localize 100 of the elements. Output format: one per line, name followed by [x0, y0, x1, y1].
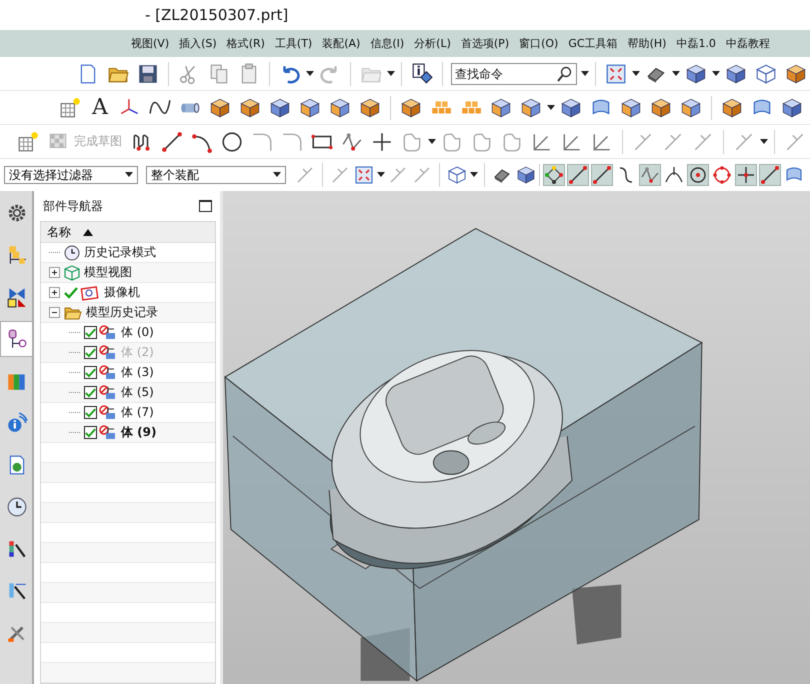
snap-toggle[interactable] [567, 164, 589, 186]
menu-item[interactable]: 中磊1.0 [671, 36, 721, 51]
menu-item[interactable]: 首选项(P) [456, 36, 514, 51]
caret-icon[interactable] [306, 70, 314, 76]
check-icon [85, 406, 96, 418]
menu-item[interactable]: 插入(S) [174, 36, 222, 51]
collapse-toggle[interactable] [49, 307, 60, 318]
snap-toggle[interactable] [543, 164, 565, 186]
caret-icon[interactable] [547, 104, 555, 110]
checkbox[interactable] [84, 346, 97, 359]
fit-view-icon [605, 62, 627, 84]
tree-item-label[interactable]: 历史记录模式 [84, 244, 156, 261]
menu-item[interactable]: 窗口(O) [514, 36, 564, 51]
finish-sketch-label: 完成草图 [74, 133, 122, 150]
caret-icon[interactable] [387, 70, 395, 76]
polyline-icon [341, 130, 363, 152]
cube-icon [490, 96, 512, 118]
cube-icon [650, 96, 672, 118]
cube-icon [299, 96, 321, 118]
expand-toggle[interactable] [49, 287, 60, 298]
checkbox[interactable] [84, 366, 97, 379]
tree-item-label[interactable]: 体 (3) [121, 364, 154, 381]
checkbox[interactable] [84, 406, 97, 419]
points-icon [544, 164, 564, 186]
resource-tab[interactable] [0, 321, 32, 357]
outline-shape-icon [401, 130, 423, 152]
snap-toggle[interactable] [639, 164, 661, 186]
sort-arrow-icon [83, 228, 93, 236]
menu-item[interactable]: GC工具箱 [563, 36, 623, 51]
cube-icon [400, 96, 422, 118]
cube-icon [620, 96, 642, 118]
snap-toggle[interactable] [711, 164, 733, 186]
sketch-grid-icon [17, 130, 39, 152]
tree-item-label[interactable]: 摄像机 [104, 284, 140, 301]
cube-icon [781, 96, 803, 118]
snap-toggle[interactable] [735, 164, 757, 186]
caret-icon[interactable] [581, 70, 589, 76]
cube-icon [329, 96, 351, 118]
checkbox[interactable] [84, 326, 97, 339]
maximize-button[interactable] [199, 200, 212, 212]
cube-icon [725, 62, 747, 84]
checkbox[interactable] [84, 386, 97, 399]
assembly-scope-dropdown[interactable]: 整个装配 [146, 166, 286, 184]
caret-icon [273, 172, 281, 178]
panel-title: 部件导航器 [43, 198, 103, 214]
clock-icon [64, 244, 80, 260]
fit-view-icon [354, 164, 374, 186]
cube-icon [239, 96, 261, 118]
plus-icon [736, 164, 756, 186]
caret-icon[interactable] [377, 172, 385, 178]
cube-icon [269, 96, 291, 118]
constraint-icon [6, 286, 28, 308]
line-icon [161, 130, 183, 152]
check-icon [85, 326, 96, 338]
checkbox[interactable] [84, 426, 97, 439]
caret-icon[interactable] [760, 138, 768, 144]
plus-icon [371, 130, 393, 152]
check-icon [85, 346, 96, 358]
wireframe-cube-icon [64, 264, 80, 280]
wireframe-cube-icon [755, 62, 777, 84]
caret-icon[interactable] [632, 70, 640, 76]
search-field[interactable]: 查找命令 [451, 62, 577, 84]
fillet-corner-icon [251, 130, 273, 152]
caret-icon[interactable] [428, 138, 436, 144]
caret-icon[interactable] [712, 70, 720, 76]
snap-toggle[interactable] [759, 164, 781, 186]
info-signal-icon [6, 412, 28, 434]
body-feature-icon [99, 324, 117, 340]
menu-item[interactable]: 分析(L) [409, 36, 456, 51]
cube-icon [785, 62, 807, 84]
caret-icon[interactable] [470, 172, 478, 178]
menu-item[interactable]: 视图(V) [126, 36, 174, 51]
body-feature-icon [99, 384, 117, 400]
copy-icon [208, 62, 230, 84]
tree-item-label[interactable]: 体 (9) [121, 424, 156, 441]
menu-item[interactable]: 信息(I) [365, 36, 410, 51]
menu-item[interactable]: 工具(T) [270, 36, 318, 51]
menu-item[interactable]: 装配(A) [317, 36, 366, 51]
selection-filter-dropdown[interactable]: 没有选择过滤器 [4, 166, 138, 184]
cube-icon [516, 164, 536, 186]
tree-item-label[interactable]: 体 (0) [121, 324, 154, 341]
window-title: - [ZL20150307.prt] [145, 6, 288, 24]
expand-toggle[interactable] [49, 267, 60, 278]
snap-toggle[interactable] [591, 164, 613, 186]
snap-toggle[interactable] [687, 164, 709, 186]
menu-item[interactable]: 帮助(H) [622, 36, 672, 51]
menu-item[interactable]: 格式(R) [222, 36, 270, 51]
menu-item[interactable]: 中磊教程 [720, 36, 775, 51]
line-icon [760, 164, 780, 186]
tree-item-label[interactable]: 体 (5) [121, 384, 154, 401]
body-feature-icon [99, 364, 117, 380]
fillet-corner-icon [281, 130, 303, 152]
caret-icon[interactable] [672, 70, 680, 76]
cube-icon [721, 96, 743, 118]
text-tool[interactable]: A [86, 94, 114, 122]
check-icon [85, 366, 96, 378]
tree-item-label[interactable]: 体 (7) [121, 404, 154, 421]
column-header[interactable]: 名称 [47, 224, 71, 240]
clock-icon [6, 496, 28, 518]
cube-icon [209, 96, 231, 118]
